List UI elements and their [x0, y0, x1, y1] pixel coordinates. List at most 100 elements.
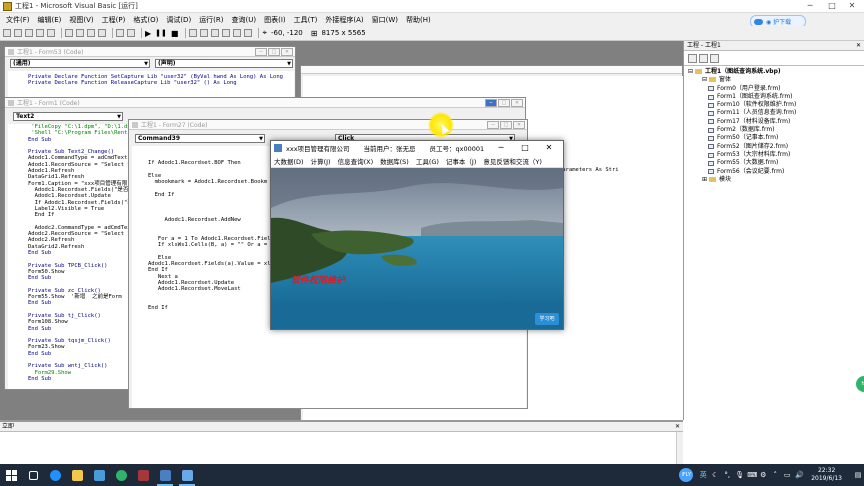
app-title-bar[interactable]: xxx项目管理有限公司 当前用户：张无忌 员工号：qx00001 ─ □ ✕ [271, 141, 563, 154]
open-icon[interactable] [36, 29, 44, 37]
maximize-button[interactable]: □ [513, 141, 537, 154]
running-app-taskbar-icon[interactable] [176, 464, 198, 486]
app-menu-item[interactable]: 工具(G) [416, 156, 439, 166]
settings-icon[interactable]: ⚙ [759, 471, 767, 479]
menu-item[interactable]: 文件(F) [2, 15, 34, 25]
add-project-icon[interactable] [3, 29, 11, 37]
access-icon[interactable] [132, 464, 154, 486]
close-icon[interactable]: ✕ [675, 422, 680, 432]
find-icon[interactable] [98, 29, 106, 37]
app-menu-item[interactable]: 信息查询(X) [338, 156, 374, 166]
store-icon[interactable] [88, 464, 110, 486]
minimize-button[interactable]: ─ [800, 0, 820, 13]
stop-icon[interactable]: ■ [171, 29, 179, 38]
form53-code-window[interactable]: 工程1 - Form53 (Code) ─□✕ (通用) (声明) Privat… [4, 46, 296, 104]
file-explorer-icon[interactable] [66, 464, 88, 486]
menu-item[interactable]: 图表(I) [260, 15, 290, 25]
close-button[interactable]: ✕ [537, 141, 561, 154]
tree-form-item[interactable]: Form50（记事本.frm) [688, 134, 864, 142]
form1-code-editor[interactable]: 'FileCopy "C:\1.dpm", "D:\1.dpm 'Shell "… [8, 124, 128, 389]
ime-indicator[interactable]: 英 [699, 471, 707, 479]
data-view-icon[interactable] [244, 29, 253, 37]
moon-icon[interactable]: ☾ [711, 471, 719, 479]
close-button[interactable]: ✕ [281, 48, 293, 56]
minimize-button[interactable]: ─ [485, 99, 497, 107]
mic-icon[interactable]: 🎙 [735, 471, 744, 479]
project-explorer-icon[interactable] [189, 29, 198, 37]
object-combo[interactable]: (通用) [10, 59, 150, 68]
menu-item[interactable]: 工具(T) [290, 15, 322, 25]
app-menu-item[interactable]: 数据库(S) [380, 156, 409, 166]
menu-item[interactable]: 视图(V) [65, 15, 97, 25]
tree-form-item[interactable]: Form55（大数据.frm) [688, 159, 864, 167]
cut-icon[interactable] [65, 29, 73, 37]
minimize-button[interactable]: ─ [487, 121, 499, 129]
paste-icon[interactable] [87, 29, 95, 37]
tree-form-item[interactable]: Form1（图纸查询系统.frm) [688, 93, 864, 101]
menu-item[interactable]: 帮助(H) [402, 15, 435, 25]
360-browser-icon[interactable] [110, 464, 132, 486]
notification-icon[interactable]: ▤ [854, 471, 862, 479]
view-code-icon[interactable] [688, 53, 697, 63]
maximize-button[interactable]: □ [822, 0, 842, 13]
app-menu-item[interactable]: 大数据(D) [274, 156, 304, 166]
tree-form-item[interactable]: Form52（图片储存2.frm) [688, 143, 864, 151]
immediate-window[interactable]: 立即 ✕ [0, 420, 683, 464]
windows-start-button[interactable] [0, 464, 22, 486]
app-menu-item[interactable]: 意见反馈和交流（Y) [483, 156, 542, 166]
properties-icon[interactable] [200, 29, 209, 37]
running-app-window[interactable]: xxx项目管理有限公司 当前用户：张无忌 员工号：qx00001 ─ □ ✕ 大… [270, 140, 564, 330]
tree-form-item[interactable]: Form0（用户登录.frm) [688, 85, 864, 93]
visual-basic-icon[interactable] [154, 464, 176, 486]
menu-item[interactable]: 窗口(W) [368, 15, 402, 25]
procedure-combo[interactable]: (声明) [155, 59, 293, 68]
toggle-folders-icon[interactable] [710, 53, 719, 63]
volume-icon[interactable]: 🔊 [795, 471, 804, 479]
tree-root[interactable]: ⊟ 工程1（图纸查询系统.vbp) [688, 68, 864, 76]
menu-item[interactable]: 工程(P) [98, 15, 130, 25]
redo-icon[interactable] [127, 29, 135, 37]
minimize-button[interactable]: ─ [489, 141, 513, 154]
object-browser-icon[interactable] [222, 29, 231, 37]
object-combo[interactable]: Text2 [13, 112, 123, 121]
app-menu-item[interactable]: 计算(J) [311, 156, 331, 166]
menu-item[interactable]: 格式(O) [129, 15, 162, 25]
menu-item[interactable]: 外接程序(A) [321, 15, 367, 25]
maximize-button[interactable]: □ [268, 48, 280, 56]
add-form-icon[interactable] [14, 29, 22, 37]
pause-icon[interactable]: ❚❚ [155, 29, 167, 37]
close-button[interactable]: ✕ [842, 0, 862, 13]
copy-icon[interactable] [76, 29, 84, 37]
toolbox-icon[interactable] [233, 29, 242, 37]
minimize-button[interactable]: ─ [255, 48, 267, 56]
object-combo[interactable]: Command39 [135, 134, 265, 143]
chevron-up-icon[interactable]: ˄ [771, 471, 779, 479]
maximize-button[interactable]: □ [500, 121, 512, 129]
edge-browser-icon[interactable] [44, 464, 66, 486]
form1-title-bar[interactable]: 工程1 - Form1 (Code) ─ □ ✕ [5, 98, 525, 108]
view-object-icon[interactable] [699, 53, 708, 63]
network-icon[interactable]: ▭ [783, 471, 791, 479]
close-button[interactable]: ✕ [511, 99, 523, 107]
close-button[interactable]: ✕ [513, 121, 525, 129]
punctuation-icon[interactable]: °, [723, 471, 731, 479]
tree-form-item[interactable]: Form11（人员信息查询.frm) [688, 109, 864, 117]
tree-folder-forms[interactable]: ⊟ 窗体 [688, 76, 864, 84]
ifly-input-icon[interactable]: iFLY [679, 468, 694, 482]
maximize-button[interactable]: □ [498, 99, 510, 107]
form-layout-icon[interactable] [211, 29, 220, 37]
app-menu-item[interactable]: 记事本（J) [446, 156, 476, 166]
menu-item[interactable]: 调试(D) [162, 15, 195, 25]
task-view-icon[interactable] [22, 464, 44, 486]
clock[interactable]: 22:32 2019/6/13 [811, 467, 842, 483]
tree-form-item[interactable]: Form17（材料设备库.frm) [688, 118, 864, 126]
menu-item[interactable]: 查询(U) [228, 15, 261, 25]
undo-icon[interactable] [116, 29, 124, 37]
run-icon[interactable]: ▶ [145, 29, 151, 38]
immediate-scrollbar[interactable] [676, 432, 683, 464]
form27-title-bar[interactable]: 工程1 - Form27 (Code) ─ □ ✕ [129, 120, 527, 130]
tree-form-item[interactable]: Form56（会议纪要.frm) [688, 168, 864, 176]
keyboard-icon[interactable]: ⌨ [747, 471, 757, 479]
save-icon[interactable] [47, 29, 55, 37]
menu-editor-icon[interactable] [25, 29, 33, 37]
